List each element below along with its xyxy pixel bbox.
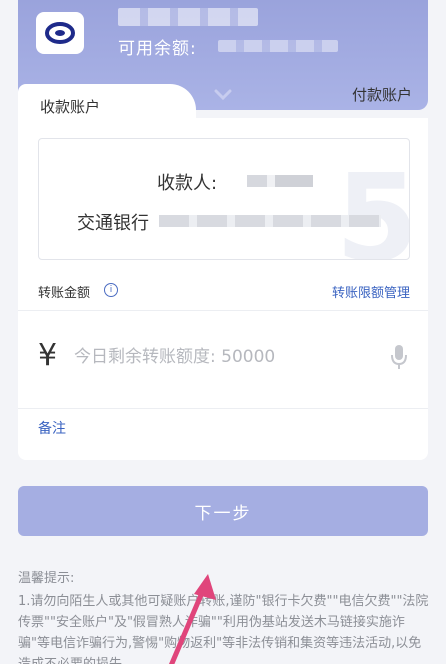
- currency-symbol: ¥: [38, 338, 58, 373]
- remark-field[interactable]: 备注: [38, 418, 66, 438]
- divider: [18, 310, 428, 311]
- warm-tips: 温馨提示: 1.请勿向陌生人或其他可疑账户转账,谨防"银行卡欠费""电信欠费""…: [18, 568, 432, 664]
- masked-account-number: [159, 215, 381, 227]
- payee-box[interactable]: 5 收款人: 交通银行: [38, 138, 410, 260]
- next-step-button[interactable]: 下一步: [18, 486, 428, 536]
- balance-label: 可用余额:: [118, 39, 197, 59]
- transfer-form-card: 5 收款人: 交通银行 转账金额 i 转账限额管理 ¥ 备注: [18, 118, 428, 460]
- divider: [18, 408, 428, 409]
- masked-balance: [218, 40, 338, 52]
- bank-logo-icon: [36, 12, 84, 54]
- tips-body: 1.请勿向陌生人或其他可疑账户转账,谨防"银行卡欠费""电信欠费""法院传票""…: [18, 594, 429, 664]
- payee-name-label: 收款人:: [157, 173, 218, 194]
- amount-input[interactable]: [74, 342, 334, 372]
- annotation-arrow-icon: [168, 574, 216, 664]
- amount-header: 转账金额 i 转账限额管理: [38, 278, 410, 302]
- info-icon[interactable]: i: [104, 283, 118, 297]
- masked-account-name: [118, 8, 258, 26]
- chevron-down-icon[interactable]: [214, 88, 232, 102]
- tab-payer-account[interactable]: 付款账户: [352, 84, 412, 105]
- payee-bank-name: 交通银行: [77, 213, 149, 234]
- microphone-icon[interactable]: [390, 344, 408, 370]
- tips-title: 温馨提示:: [18, 571, 75, 586]
- amount-input-row: ¥: [18, 314, 428, 404]
- amount-label: 转账金额: [38, 286, 91, 301]
- masked-payee-name: [247, 175, 313, 187]
- transfer-limit-link[interactable]: 转账限额管理: [332, 282, 410, 301]
- watermark-decoration: 5: [336, 150, 410, 259]
